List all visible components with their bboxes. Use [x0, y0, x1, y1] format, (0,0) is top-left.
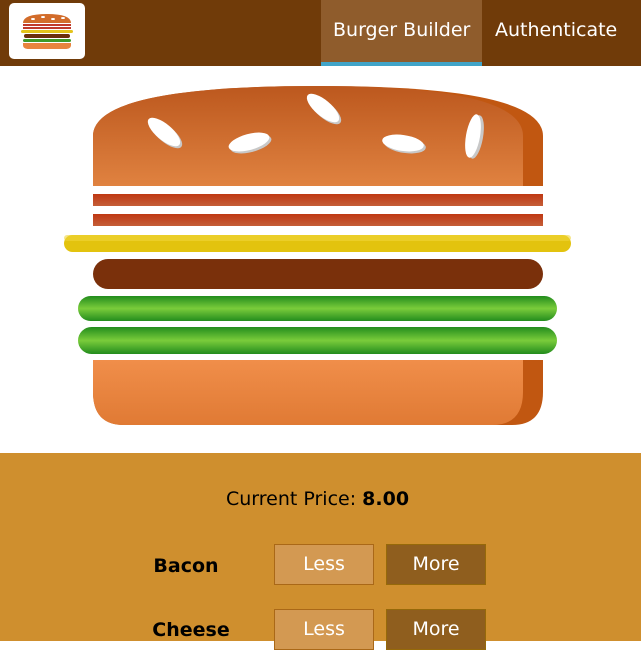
logo[interactable] — [9, 3, 85, 59]
burger-logo-icon — [21, 14, 73, 49]
cheese-less-button[interactable]: Less — [274, 609, 374, 650]
current-price: Current Price: 8.00 — [0, 488, 635, 510]
bacon-less-button[interactable]: Less — [274, 544, 374, 585]
ingredient-salad — [78, 327, 557, 354]
price-value: 8.00 — [362, 488, 410, 510]
burger-illustration — [64, 86, 571, 425]
build-controls: Current Price: 8.00 Bacon Less More Chee… — [0, 453, 641, 650]
burger-preview — [0, 66, 641, 453]
bread-bottom — [93, 360, 543, 425]
bacon-more-button[interactable]: More — [386, 544, 486, 585]
bread-top — [93, 86, 543, 186]
ingredient-meat — [93, 259, 543, 289]
price-label: Current Price: — [225, 488, 357, 510]
ingredient-bacon — [93, 214, 543, 226]
nav-item-authenticate[interactable]: Authenticate — [483, 0, 629, 66]
toolbar: Burger Builder Authenticate — [0, 0, 641, 66]
ingredient-bacon — [93, 194, 543, 206]
control-label-bacon: Bacon — [153, 555, 219, 577]
control-label-cheese: Cheese — [152, 619, 230, 641]
cheese-more-button[interactable]: More — [386, 609, 486, 650]
nav-item-burger-builder[interactable]: Burger Builder — [321, 0, 482, 66]
ingredient-salad — [78, 296, 557, 321]
